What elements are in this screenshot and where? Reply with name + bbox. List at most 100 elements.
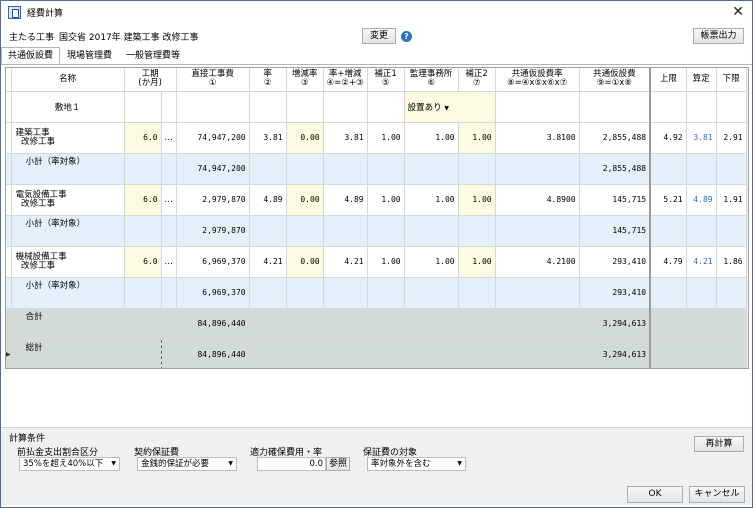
cell-rate[interactable]: 4.21 [249,246,287,278]
cell-rate-incdec[interactable] [323,215,368,247]
cell-rate[interactable] [249,153,287,185]
cell-supervisor[interactable]: 1.00 [404,184,459,216]
col-lower[interactable]: 下限 [716,68,747,92]
col-incdec-rate[interactable]: 増減率 ③ [286,68,324,92]
cell-direct[interactable] [176,91,250,123]
cell-lower[interactable] [716,308,747,340]
cell-supervisor[interactable] [404,277,459,309]
cell-adj2[interactable]: 1.00 [458,184,496,216]
cell-rate[interactable]: 3.81 [249,122,287,154]
table-row[interactable]: 建築工事 改修工事 6.0 … 74,947,200 3.81 0.00 3.8… [6,122,747,154]
cell-lower[interactable] [716,339,747,368]
cell-common-cost[interactable] [579,91,652,123]
col-direct[interactable]: 直接工事費 ① [176,68,250,92]
cell-direct[interactable]: 6,969,370 [176,277,250,309]
report-output-button[interactable]: 帳票出力 [693,28,744,44]
period-dots-button[interactable]: … [161,184,177,216]
cell-adj1[interactable] [367,308,405,340]
cell-upper[interactable] [650,91,687,123]
cell-dots[interactable] [161,153,177,185]
cell-incdec[interactable]: 0.00 [286,246,324,278]
cell-incdec[interactable] [286,277,324,309]
cell-upper[interactable]: 5.21 [650,184,687,216]
cell-dots[interactable] [161,277,177,309]
table-row[interactable]: 小計（率対象） 2,979,870 145,715 [6,215,747,247]
cell-supervisor[interactable] [404,308,459,340]
cell-adj1[interactable]: 1.00 [367,184,405,216]
cell-rate[interactable] [249,339,287,368]
cell-calc[interactable] [686,153,717,185]
cancel-button[interactable]: キャンセル [689,486,745,503]
contract-select[interactable]: 金銭的保証が必要 ▼ [137,457,237,471]
cell-rate-incdec[interactable]: 4.89 [323,184,368,216]
cell-adj1[interactable]: 1.00 [367,122,405,154]
cell-name[interactable]: 合計 [11,308,125,340]
cell-name[interactable]: 建築工事 改修工事 [11,122,125,154]
cell-upper[interactable] [650,215,687,247]
cell-lower[interactable]: 1.91 [716,184,747,216]
cell-direct[interactable]: 2,979,870 [176,215,250,247]
cell-name[interactable]: 小計（率対象） [11,153,125,185]
cell-period[interactable]: 6.0 [124,122,162,154]
cell-common-cost[interactable]: 2,855,488 [579,122,652,154]
cell-name[interactable]: 小計（率対象） [11,277,125,309]
cell-name[interactable]: 敷地１ [11,91,125,123]
cell-lower[interactable] [716,91,747,123]
cell-incdec[interactable]: 0.00 [286,122,324,154]
cell-dots[interactable] [161,308,177,340]
cell-common-cost[interactable]: 3,294,613 [579,339,652,368]
cell-lower[interactable] [716,277,747,309]
cell-incdec[interactable]: 0.00 [286,184,324,216]
cell-common-rate[interactable]: 4.8900 [495,184,580,216]
table-row[interactable]: 敷地１ 設置あり ▼ [6,91,747,123]
cell-name[interactable]: 電気設備工事 改修工事 [11,184,125,216]
guarantee-select[interactable]: 率対象外を含む ▼ [367,457,466,471]
cell-adj1[interactable] [367,215,405,247]
cell-rate-incdec[interactable] [323,153,368,185]
cell-adj2[interactable]: 1.00 [458,246,496,278]
cell-adj1[interactable]: 1.00 [367,246,405,278]
cell-incdec[interactable] [286,153,324,185]
col-period[interactable]: 工期 (か月) [124,68,177,92]
cell-lower[interactable]: 2.91 [716,122,747,154]
advance-select[interactable]: 35%を超え40%以下 ▼ [19,457,120,471]
cell-name[interactable]: 小計（率対象） [11,215,125,247]
cell-rate[interactable] [249,91,287,123]
col-supervisor[interactable]: 監理事務所 ⑥ [404,68,459,92]
cell-dots[interactable] [161,339,177,368]
cell-upper[interactable] [650,153,687,185]
cell-period[interactable] [124,153,162,185]
cell-adj1[interactable] [367,153,405,185]
cell-adj1[interactable] [367,339,405,368]
tab-site-management[interactable]: 現場管理費 [60,47,119,64]
cell-adj1[interactable] [367,91,405,123]
cell-period[interactable] [124,215,162,247]
cell-direct[interactable]: 74,947,200 [176,153,250,185]
col-calc[interactable]: 算定 [686,68,717,92]
cell-supervisor[interactable] [404,339,459,368]
cell-supervisor[interactable] [404,153,459,185]
cell-calc[interactable] [686,91,717,123]
cell-calc[interactable] [686,277,717,309]
cell-common-cost[interactable]: 3,294,613 [579,308,652,340]
cell-rate-incdec[interactable] [323,308,368,340]
table-row[interactable]: 小計（率対象） 74,947,200 2,855,488 [6,153,747,185]
cell-common-cost[interactable]: 2,855,488 [579,153,652,185]
cell-supervisor[interactable]: 1.00 [404,122,459,154]
cell-period[interactable]: 6.0 [124,246,162,278]
cell-adj2[interactable] [458,308,496,340]
cell-rate-incdec[interactable]: 3.81 [323,122,368,154]
cell-rate[interactable]: 4.89 [249,184,287,216]
cell-period[interactable] [124,308,162,340]
cell-common-rate[interactable]: 4.2100 [495,246,580,278]
cell-incdec[interactable] [286,91,324,123]
help-icon[interactable]: ? [401,31,412,42]
cell-calc[interactable] [686,308,717,340]
col-upper[interactable]: 上限 [650,68,687,92]
cell-supervisor[interactable]: 1.00 [404,246,459,278]
cell-lower[interactable] [716,153,747,185]
cell-adj2[interactable] [458,215,496,247]
cell-incdec[interactable] [286,339,324,368]
cell-upper[interactable]: 4.79 [650,246,687,278]
cell-common-rate[interactable] [495,215,580,247]
